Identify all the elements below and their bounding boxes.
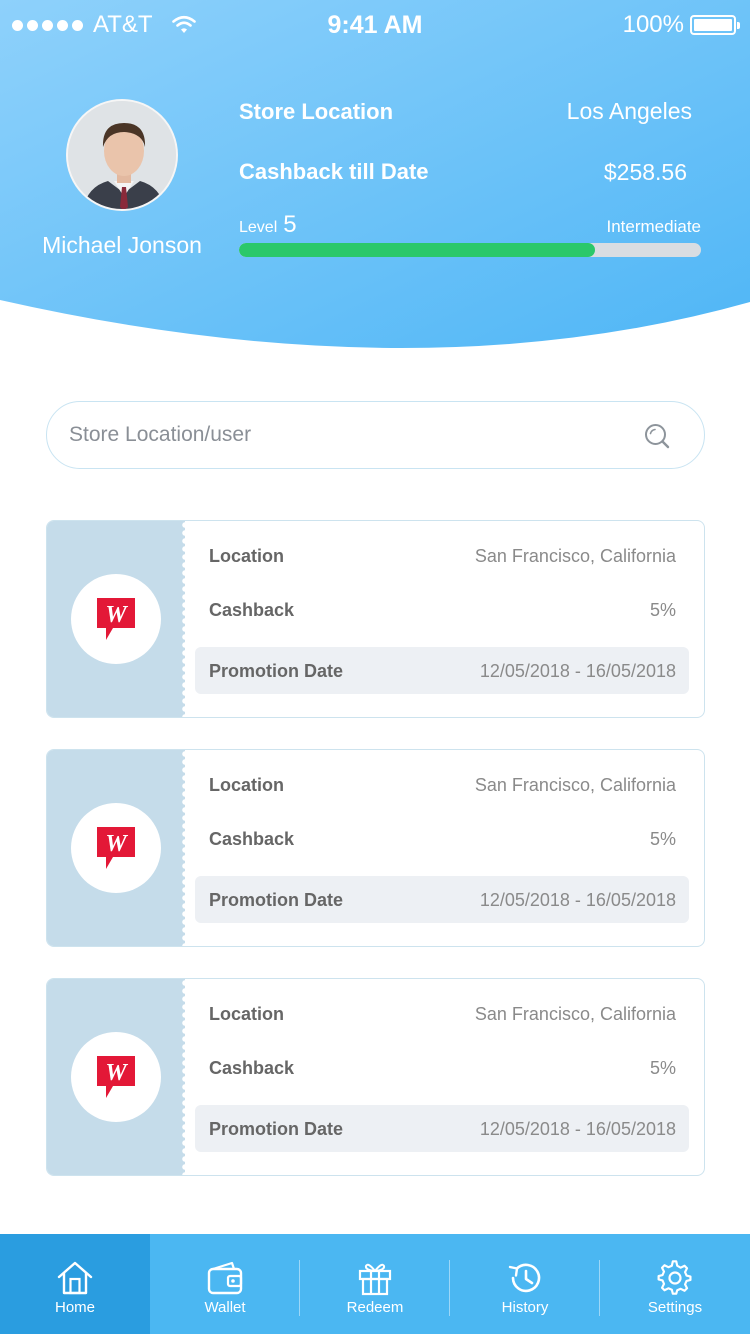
walgreens-logo-icon: W xyxy=(97,827,135,869)
nav-label: Wallet xyxy=(204,1299,246,1316)
nav-history[interactable]: History xyxy=(450,1234,600,1334)
location-value: San Francisco, California xyxy=(474,1004,676,1024)
svg-text:W: W xyxy=(105,1060,128,1086)
card-perforation xyxy=(181,521,189,717)
level-label: Level xyxy=(239,219,278,236)
location-label: Location xyxy=(209,775,284,795)
home-icon xyxy=(56,1260,94,1296)
search-icon[interactable] xyxy=(644,423,670,449)
location-value: San Francisco, California xyxy=(474,775,676,795)
nav-label: Home xyxy=(54,1299,95,1316)
nav-label: History xyxy=(501,1299,549,1316)
cashback-value: $258.56 xyxy=(603,159,687,185)
svg-text:W: W xyxy=(105,602,128,628)
store-location-label: Store Location xyxy=(239,99,394,124)
level-number: 5 xyxy=(283,211,297,238)
location-value: San Francisco, California xyxy=(474,546,676,566)
store-logo: W xyxy=(71,803,161,893)
gear-icon xyxy=(656,1260,694,1296)
nav-settings[interactable]: Settings xyxy=(600,1234,750,1334)
svg-text:W: W xyxy=(105,831,128,857)
wallet-icon xyxy=(206,1260,244,1296)
promotion-date-label: Promotion Date xyxy=(209,890,344,910)
user-name: Michael Jonson xyxy=(42,232,202,258)
nav-wallet[interactable]: Wallet xyxy=(150,1234,300,1334)
card-perforation xyxy=(181,979,189,1175)
promotion-card-1[interactable]: W Location San Francisco, California Cas… xyxy=(46,520,705,718)
nav-label: Redeem xyxy=(346,1299,404,1316)
history-icon xyxy=(506,1260,544,1296)
bottom-navigation: Home Wallet Redeem History Settings xyxy=(0,1234,750,1334)
cashback-label: Cashback xyxy=(209,600,295,620)
gift-icon xyxy=(356,1260,394,1296)
promotion-date-label: Promotion Date xyxy=(209,1119,344,1139)
walgreens-logo-icon: W xyxy=(97,598,135,640)
cashback-value: 5% xyxy=(649,1058,676,1078)
location-label: Location xyxy=(209,546,284,566)
avatar[interactable] xyxy=(66,99,178,211)
battery-percent: 100% xyxy=(622,11,684,38)
search-bar[interactable] xyxy=(46,401,705,469)
user-portrait-icon xyxy=(68,101,176,209)
store-logo: W xyxy=(71,574,161,664)
level-progress-bar xyxy=(239,243,701,257)
walgreens-logo-icon: W xyxy=(97,1056,135,1098)
search-input[interactable] xyxy=(69,402,629,468)
cashback-value: 5% xyxy=(649,600,676,620)
level-indicator: Level 5 xyxy=(239,211,297,239)
level-tier: Intermediate xyxy=(606,217,702,236)
promotion-card-3[interactable]: W Location San Francisco, California Cas… xyxy=(46,978,705,1176)
promotion-date-value: 12/05/2018 - 16/05/2018 xyxy=(479,661,676,681)
store-logo: W xyxy=(71,1032,161,1122)
promotion-date-value: 12/05/2018 - 16/05/2018 xyxy=(479,1119,676,1139)
promotion-card-2[interactable]: W Location San Francisco, California Cas… xyxy=(46,749,705,947)
nav-redeem[interactable]: Redeem xyxy=(300,1234,450,1334)
cashback-label: Cashback xyxy=(209,829,295,849)
battery-indicator: 100% xyxy=(622,11,740,39)
battery-icon xyxy=(690,15,740,35)
cashback-label: Cashback till Date xyxy=(239,159,429,184)
card-perforation xyxy=(181,750,189,946)
nav-label: Settings xyxy=(647,1299,703,1316)
promotion-date-label: Promotion Date xyxy=(209,661,344,681)
promotion-date-value: 12/05/2018 - 16/05/2018 xyxy=(479,890,676,910)
store-location-value: Los Angeles xyxy=(566,98,692,124)
status-bar: AT&T 9:41 AM 100% xyxy=(0,0,750,50)
cashback-label: Cashback xyxy=(209,1058,295,1078)
level-progress-fill xyxy=(239,243,595,257)
profile-header: AT&T 9:41 AM 100% Michael Jonson Store L… xyxy=(0,0,750,360)
cashback-value: 5% xyxy=(649,829,676,849)
location-label: Location xyxy=(209,1004,284,1024)
nav-home[interactable]: Home xyxy=(0,1234,150,1334)
